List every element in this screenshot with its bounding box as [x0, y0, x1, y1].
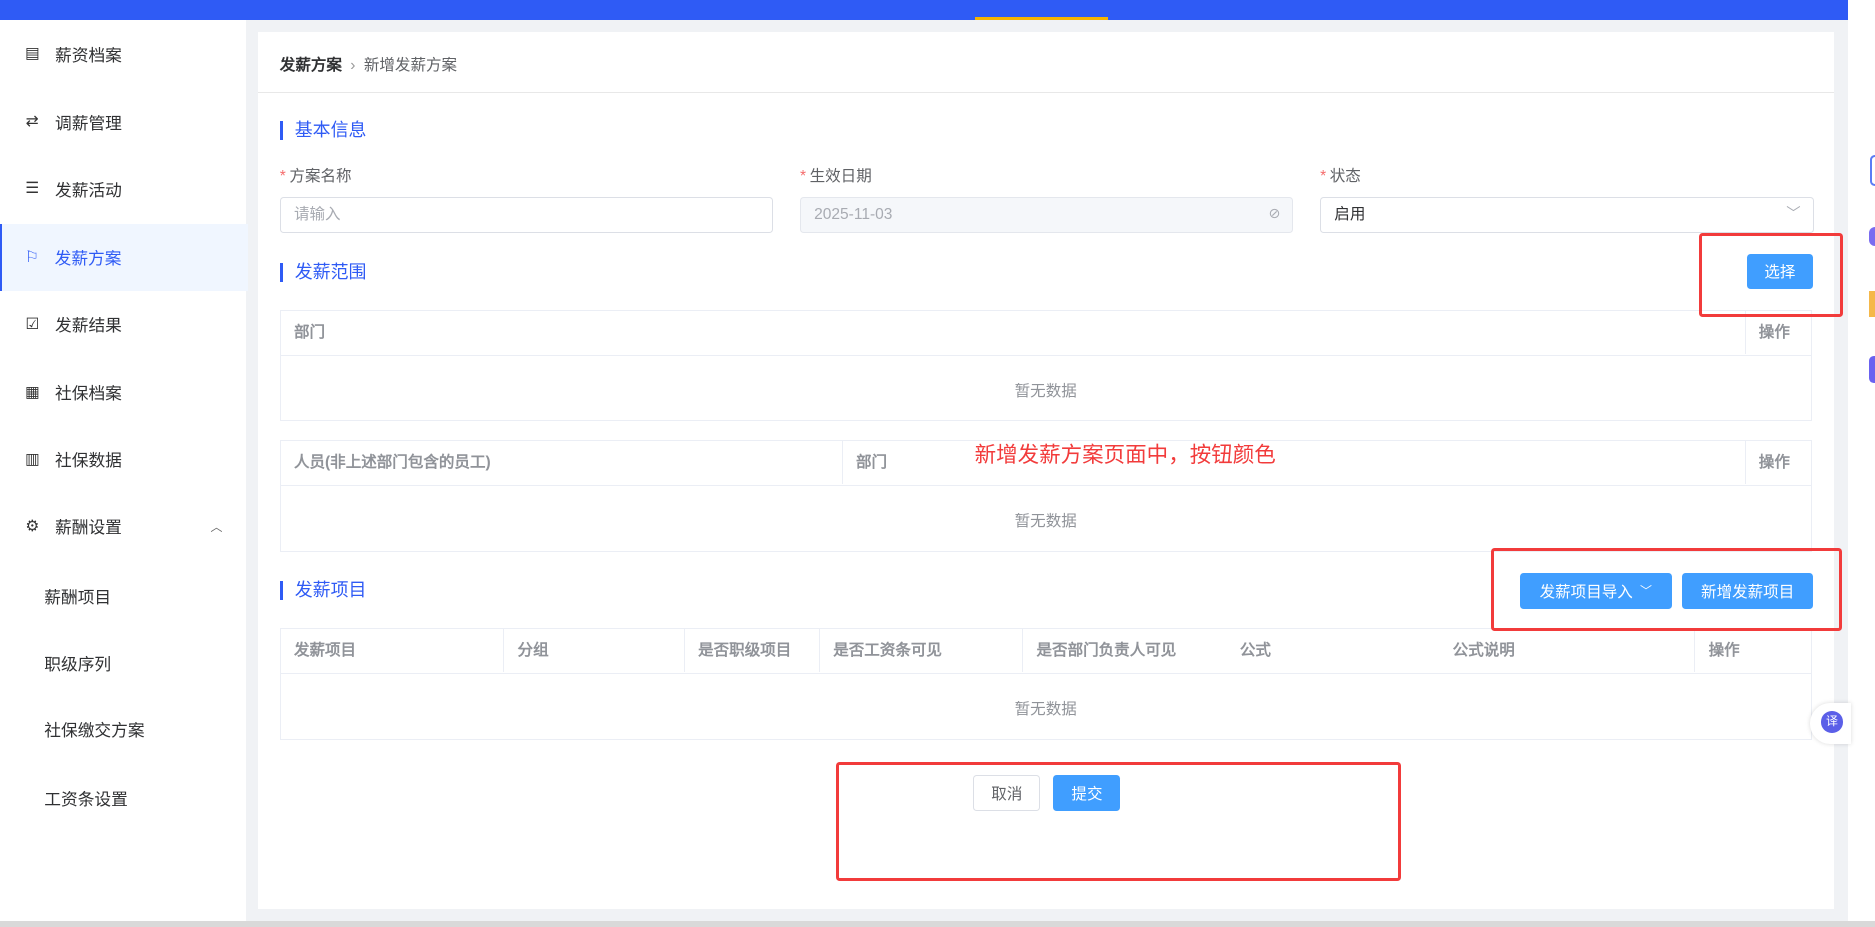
chevron-right-icon: ›: [350, 56, 356, 74]
sidebar-item-label: 薪资档案: [54, 45, 122, 65]
column-header: 分组: [504, 628, 685, 672]
clipboard-check-icon: ☑: [25, 315, 40, 333]
section-title-scope: 发薪范围: [279, 263, 366, 283]
toolbar-icon[interactable]: [1870, 155, 1875, 186]
gear-icon: ⚙: [25, 517, 40, 535]
column-header: 是否部门负责人可见: [1036, 641, 1177, 659]
empty-text: 暂无数据: [1014, 700, 1077, 718]
effective-date-label: * 生效日期: [799, 167, 872, 185]
plan-name-input[interactable]: 请输入: [279, 197, 774, 233]
sidebar: ▤ 薪资档案 ⇄ 调薪管理 ☰ 发薪活动 ⚐ 发薪方案 ☑ 发薪结果 ▦ 社保档案 ▥ 社保数…: [0, 20, 249, 921]
column-header: 公式说明: [1440, 628, 1696, 672]
sidebar-item-social-archive[interactable]: ▦ 社保档案: [0, 359, 246, 426]
check-circle-icon: ⊘: [1268, 206, 1281, 223]
right-toolbar: [1847, 0, 1875, 927]
active-tab-indicator: [974, 16, 1109, 21]
sidebar-item-social-data[interactable]: ▥ 社保数据: [0, 426, 246, 493]
exchange-icon: ⇄: [25, 113, 39, 131]
column-header: 操作: [1708, 641, 1740, 659]
grid-icon: ▦: [24, 383, 40, 401]
sidebar-item-label: 调薪管理: [54, 113, 122, 133]
bar-chart-icon: ▥: [24, 450, 40, 468]
empty-text: 暂无数据: [1014, 382, 1077, 400]
top-nav-bar: [0, 0, 1848, 21]
toolbar-icon[interactable]: [1869, 290, 1875, 317]
sidebar-item-label: 发薪活动: [54, 180, 122, 200]
sidebar-subitem-salary-items[interactable]: 薪酬项目: [44, 584, 111, 608]
empty-text: 暂无数据: [1014, 513, 1077, 531]
breadcrumb-current: 新增发薪方案: [363, 56, 458, 74]
breadcrumb: 发薪方案 › 新增发薪方案: [280, 53, 457, 75]
toolbar-icon[interactable]: [1869, 356, 1875, 383]
app-root: ▤ 薪资档案 ⇄ 调薪管理 ☰ 发薪活动 ⚐ 发薪方案 ☑ 发薪结果 ▦ 社保档案 ▥ 社保数…: [0, 0, 1875, 927]
list-icon: ☰: [25, 180, 40, 198]
sidebar-item-label: 薪酬设置: [54, 518, 122, 538]
plan-name-label: * 方案名称: [279, 167, 352, 185]
effective-date-input[interactable]: 2025-11-03 ⊘: [799, 197, 1294, 233]
document-icon: ▤: [24, 45, 40, 63]
sidebar-item-label: 社保数据: [54, 451, 122, 471]
sidebar-item-pay-plan[interactable]: ⚐ 发薪方案: [0, 223, 249, 291]
sidebar-item-salary-settings[interactable]: ⚙ 薪酬设置 ︿: [0, 493, 246, 560]
chevron-down-icon: ﹀: [1786, 206, 1801, 223]
sidebar-subitem-payslip-settings[interactable]: 工资条设置: [44, 786, 128, 810]
column-header: 是否工资条可见: [820, 628, 1024, 672]
sidebar-item-label: 发薪结果: [54, 316, 122, 336]
section-title-basic: 基本信息: [279, 120, 366, 140]
dept-table: 部门 操作 暂无数据: [279, 309, 1812, 421]
flag-icon: ⚐: [24, 248, 39, 266]
column-header: 部门: [281, 310, 1746, 354]
column-header: 操作: [1758, 454, 1790, 472]
toolbar-icon[interactable]: [1869, 227, 1875, 247]
annotation-box: [1491, 547, 1842, 632]
sidebar-item-label: 社保档案: [54, 384, 122, 404]
status-select[interactable]: 启用 ﹀: [1320, 197, 1814, 233]
annotation-box: [835, 761, 1402, 882]
sidebar-item-salary-archive[interactable]: ▤ 薪资档案: [0, 20, 246, 87]
sidebar-subitem-social-plan[interactable]: 社保缴交方案: [44, 717, 144, 741]
column-header: 发薪项目: [281, 628, 505, 672]
column-header: 公式: [1239, 641, 1271, 659]
sidebar-subitem-job-levels[interactable]: 职级序列: [44, 651, 111, 675]
section-title-items: 发薪项目: [279, 581, 366, 601]
bottom-scrollbar[interactable]: [0, 920, 1875, 927]
divider: [258, 92, 1835, 94]
annotation-text: 新增发薪方案页面中，按钮颜色: [974, 442, 1276, 467]
column-header: 是否职级项目: [685, 628, 821, 672]
chevron-up-icon: ︿: [210, 519, 223, 534]
sidebar-item-label: 发薪方案: [54, 249, 122, 269]
translate-button[interactable]: 译: [1810, 703, 1852, 744]
items-table: 发薪项目 分组 是否职级项目 是否工资条可见 是否部门负责人可见 公式 公式说明…: [279, 627, 1812, 741]
status-label: * 状态: [1320, 167, 1361, 185]
sidebar-item-salary-adjust[interactable]: ⇄ 调薪管理: [0, 88, 246, 155]
sidebar-item-pay-activity[interactable]: ☰ 发薪活动: [0, 155, 246, 222]
column-header: 人员(非上述部门包含的员工): [281, 441, 843, 485]
annotation-box: [1699, 233, 1843, 317]
translate-icon: 译: [1821, 711, 1843, 733]
breadcrumb-parent[interactable]: 发薪方案: [280, 57, 342, 74]
column-header: 操作: [1758, 323, 1790, 341]
sidebar-item-pay-result[interactable]: ☑ 发薪结果: [0, 291, 246, 358]
